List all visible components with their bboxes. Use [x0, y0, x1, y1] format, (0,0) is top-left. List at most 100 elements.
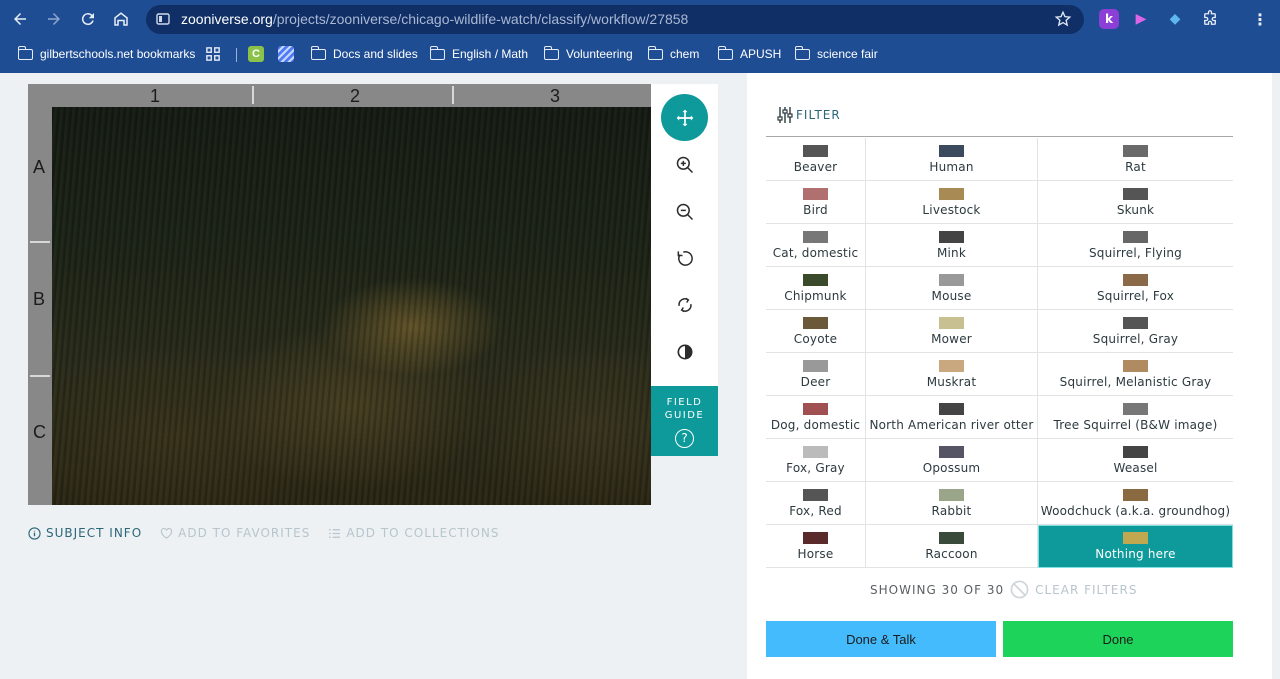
site-info-icon[interactable]	[156, 12, 170, 26]
striped-app-icon[interactable]	[278, 45, 294, 63]
field-guide-button[interactable]: FIELD GUIDE ?	[651, 386, 718, 456]
grid-divider	[252, 86, 254, 104]
showing-status: SHOWING 30 OF 30 CLEAR FILTERS	[870, 580, 1137, 599]
field-guide-label: FIELD GUIDE	[664, 397, 705, 421]
zoom-out-icon	[676, 203, 693, 220]
reload-button[interactable]	[76, 7, 100, 31]
done-button[interactable]: Done	[1003, 621, 1233, 657]
bookmark-chem[interactable]: chem	[647, 45, 699, 63]
species-choice-opossum[interactable]: Opossum	[866, 439, 1038, 482]
apps-grid-icon[interactable]	[206, 45, 220, 63]
subject-image[interactable]	[52, 107, 651, 505]
species-thumbnail	[803, 359, 828, 372]
browser-chrome: zooniverse.org/projects/zooniverse/chica…	[0, 0, 1280, 73]
heart-icon	[160, 527, 173, 540]
grid-column-label: 1	[150, 86, 161, 106]
species-thumbnail	[1123, 445, 1148, 458]
clear-filters-button[interactable]: CLEAR FILTERS	[1035, 583, 1137, 597]
move-tool-button[interactable]	[661, 94, 708, 141]
species-choice-label: Rat	[1125, 159, 1146, 174]
species-choice-label: Woodchuck (a.k.a. groundhog)	[1040, 503, 1231, 518]
bookmark-volunteering[interactable]: Volunteering	[543, 45, 633, 63]
species-choice-rabbit[interactable]: Rabbit	[866, 482, 1038, 525]
bookmark-english-math[interactable]: English / Math	[429, 45, 528, 63]
species-choice-raccoon[interactable]: Raccoon	[866, 525, 1038, 568]
bookmark-gilbertschools[interactable]: gilbertschools.net bookmarks	[17, 45, 196, 63]
species-choice-chipmunk[interactable]: Chipmunk	[766, 267, 866, 310]
species-choice-woodchuck-a-k-a-groundhog[interactable]: Woodchuck (a.k.a. groundhog)	[1038, 482, 1233, 525]
species-thumbnail	[803, 402, 828, 415]
species-choice-mower[interactable]: Mower	[866, 310, 1038, 353]
c-app-icon[interactable]: C	[248, 45, 264, 63]
reset-button[interactable]	[661, 281, 708, 328]
species-choice-label: Tree Squirrel (B&W image)	[1053, 417, 1218, 432]
bookmarks-divider	[236, 48, 237, 62]
species-choice-nothing-here[interactable]: Nothing here	[1038, 525, 1233, 568]
species-choice-skunk[interactable]: Skunk	[1038, 181, 1233, 224]
species-choice-fox-gray[interactable]: Fox, Gray	[766, 439, 866, 482]
species-thumbnail	[1123, 532, 1148, 544]
bookmark-label: gilbertschools.net bookmarks	[40, 47, 196, 61]
folder-icon	[429, 45, 445, 60]
species-choice-horse[interactable]: Horse	[766, 525, 866, 568]
add-to-favorites-button[interactable]: ADD TO FAVORITES	[160, 526, 310, 540]
species-choice-mink[interactable]: Mink	[866, 224, 1038, 267]
species-thumbnail	[939, 316, 964, 329]
species-choice-label: Cat, domestic	[772, 245, 859, 260]
bookmark-docs-and-slides[interactable]: Docs and slides	[310, 45, 418, 63]
species-choice-squirrel-melanistic-gray[interactable]: Squirrel, Melanistic Gray	[1038, 353, 1233, 396]
invert-colors-button[interactable]	[661, 328, 708, 375]
zoom-out-button[interactable]	[661, 188, 708, 235]
species-thumbnail	[939, 273, 964, 286]
done-and-talk-button[interactable]: Done & Talk	[766, 621, 996, 657]
forward-button[interactable]	[42, 7, 66, 31]
species-choice-weasel[interactable]: Weasel	[1038, 439, 1233, 482]
species-choice-label: Mink	[936, 245, 967, 260]
species-choice-label: Bird	[803, 202, 828, 217]
reset-icon	[677, 297, 692, 312]
subject-viewer: 1 2 3 A B C	[28, 84, 651, 505]
task-panel: FILTER Beaver Human Rat Bird Livestock Skunk C…	[747, 73, 1272, 679]
species-choice-coyote[interactable]: Coyote	[766, 310, 866, 353]
species-thumbnail	[939, 187, 964, 200]
back-button[interactable]	[8, 7, 32, 31]
species-choice-label: Opossum	[922, 460, 981, 475]
species-choice-human[interactable]: Human	[866, 138, 1038, 181]
species-choice-mouse[interactable]: Mouse	[866, 267, 1038, 310]
species-choice-tree-squirrel-b-w-image[interactable]: Tree Squirrel (B&W image)	[1038, 396, 1233, 439]
species-choice-dog-domestic[interactable]: Dog, domestic	[766, 396, 866, 439]
address-bar[interactable]: zooniverse.org/projects/zooniverse/chica…	[146, 5, 1084, 34]
subject-info-button[interactable]: SUBJECT INFO	[28, 526, 142, 540]
species-choice-livestock[interactable]: Livestock	[866, 181, 1038, 224]
species-thumbnail	[939, 445, 964, 458]
home-button[interactable]	[109, 7, 133, 31]
add-to-collections-button[interactable]: ADD TO COLLECTIONS	[328, 526, 499, 540]
question-icon: ?	[675, 429, 694, 448]
zoom-in-button[interactable]	[661, 141, 708, 188]
bookmark-science-fair[interactable]: science fair	[794, 45, 878, 63]
species-choice-north-american-river-otter[interactable]: North American river otter	[866, 396, 1038, 439]
bookmark-label: science fair	[817, 47, 878, 61]
species-choice-squirrel-fox[interactable]: Squirrel, Fox	[1038, 267, 1233, 310]
species-choice-deer[interactable]: Deer	[766, 353, 866, 396]
species-choice-grid: Beaver Human Rat Bird Livestock Skunk Cat, dom…	[766, 138, 1233, 573]
colorful-extension-icon[interactable]: ◆	[1165, 9, 1185, 29]
bookmark-apush[interactable]: APUSH	[717, 45, 781, 63]
menu-kebab-icon[interactable]: ⋮	[1250, 9, 1270, 29]
species-choice-squirrel-gray[interactable]: Squirrel, Gray	[1038, 310, 1233, 353]
puzzle-icon[interactable]	[1200, 9, 1220, 29]
video-extension-icon[interactable]: ▶	[1131, 9, 1151, 29]
species-choice-fox-red[interactable]: Fox, Red	[766, 482, 866, 525]
add-to-collections-label: ADD TO COLLECTIONS	[346, 526, 500, 540]
bookmark-star-icon[interactable]	[1054, 10, 1072, 28]
species-thumbnail	[1123, 402, 1148, 415]
species-choice-beaver[interactable]: Beaver	[766, 138, 866, 181]
filter-button[interactable]: FILTER	[777, 106, 841, 124]
species-choice-squirrel-flying[interactable]: Squirrel, Flying	[1038, 224, 1233, 267]
species-choice-bird[interactable]: Bird	[766, 181, 866, 224]
species-choice-rat[interactable]: Rat	[1038, 138, 1233, 181]
species-choice-cat-domestic[interactable]: Cat, domestic	[766, 224, 866, 267]
species-choice-muskrat[interactable]: Muskrat	[866, 353, 1038, 396]
rotate-button[interactable]	[661, 234, 708, 281]
k-extension-icon[interactable]: k	[1099, 9, 1119, 29]
